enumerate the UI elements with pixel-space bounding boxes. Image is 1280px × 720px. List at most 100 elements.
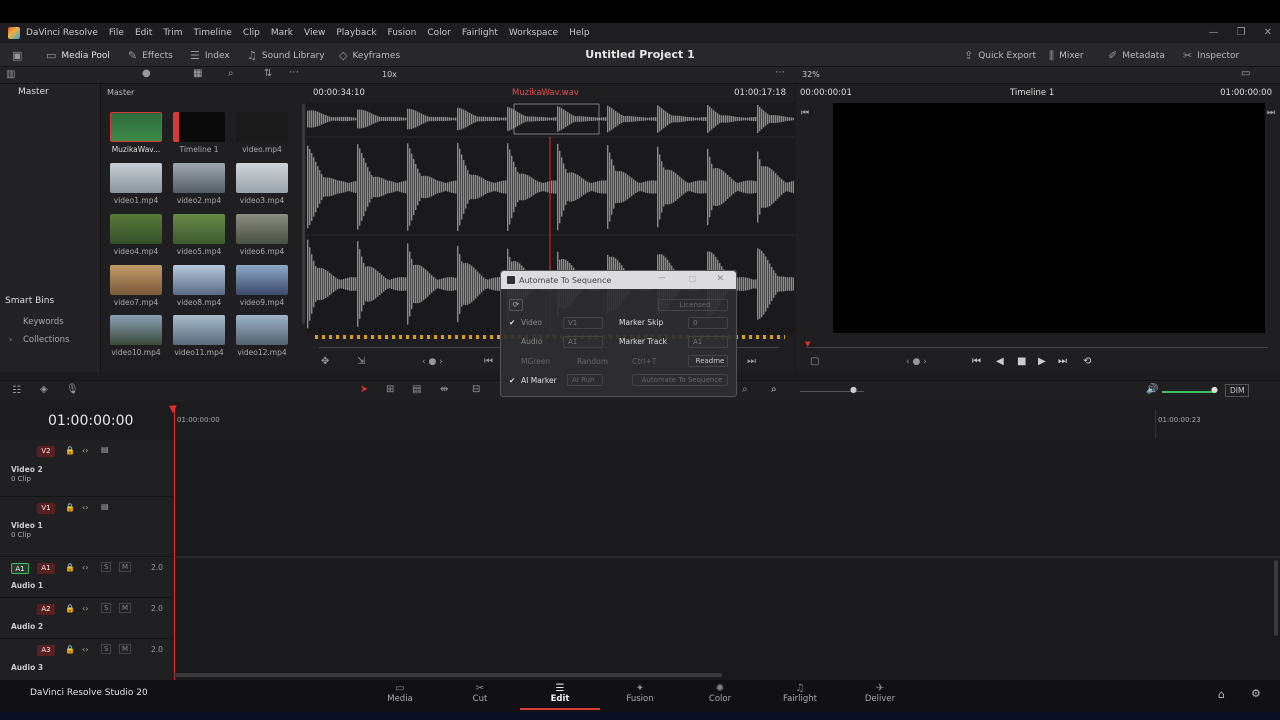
auto-select-icon[interactable]: ‹› xyxy=(82,563,88,572)
grid-view-icon[interactable]: ▦ xyxy=(193,68,202,79)
audio-track-select[interactable]: A1 xyxy=(563,336,603,348)
clip-video1[interactable]: video1.mp4 xyxy=(110,163,162,205)
random-option[interactable]: Random xyxy=(577,357,608,366)
auto-select-icon[interactable]: ‹› xyxy=(82,503,88,512)
prev-edit-icon[interactable]: ⏮ xyxy=(801,108,809,118)
pool-scrollbar[interactable] xyxy=(302,104,305,324)
chevron-right-icon[interactable]: › xyxy=(9,335,12,344)
volume-slider[interactable] xyxy=(1162,391,1214,393)
clip-video8[interactable]: video8.mp4 xyxy=(173,265,225,307)
auto-select-icon[interactable]: ‹› xyxy=(82,446,88,455)
menu-fairlight[interactable]: Fairlight xyxy=(462,28,498,38)
menu-color[interactable]: Color xyxy=(427,28,451,38)
timeline-v-scrollbar[interactable] xyxy=(1274,560,1278,636)
solo-button[interactable]: S xyxy=(101,603,112,613)
volume-knob-icon[interactable]: ● xyxy=(1211,385,1218,394)
lock-icon[interactable]: 🔒 xyxy=(65,604,75,613)
sort-icon[interactable]: ⇅ xyxy=(264,68,272,79)
readme-button[interactable]: Readme xyxy=(688,355,728,367)
menu-fusion[interactable]: Fusion xyxy=(388,28,417,38)
track-badge[interactable]: A3 xyxy=(37,645,55,656)
mgreen-option[interactable]: MGreen xyxy=(521,357,550,366)
skip-end-icon[interactable]: ⏭ xyxy=(747,356,756,367)
video-checkbox[interactable]: ✔ xyxy=(509,318,515,327)
viewer-mode-icon[interactable]: ▭ xyxy=(1241,68,1250,79)
skip-back-icon[interactable]: ⏮ xyxy=(484,356,493,367)
go-end-icon[interactable]: ⏭ xyxy=(1058,356,1067,367)
menu-trim[interactable]: Trim xyxy=(163,28,182,38)
page-media[interactable]: ▭ Media xyxy=(360,680,440,710)
source-clip-name[interactable]: MuzikaWav.wav xyxy=(512,88,579,98)
clip-video12[interactable]: video12.mp4 xyxy=(236,315,288,357)
solo-button[interactable]: S xyxy=(101,562,112,572)
page-cut[interactable]: ✂ Cut xyxy=(440,680,520,710)
next-edit-icon[interactable]: ⏭ xyxy=(1267,108,1275,118)
clip-video10[interactable]: video10.mp4 xyxy=(110,315,162,357)
mute-button[interactable]: M xyxy=(119,562,132,572)
page-edit[interactable]: ☰ Edit xyxy=(520,680,600,710)
menu-clip[interactable]: Clip xyxy=(243,28,260,38)
refresh-icon[interactable]: ⟳ xyxy=(509,299,523,311)
clip-video3[interactable]: video3.mp4 xyxy=(236,163,288,205)
page-fairlight[interactable]: ♫ Fairlight xyxy=(760,680,840,710)
menu-timeline[interactable]: Timeline xyxy=(194,28,232,38)
trim-tool-icon[interactable]: ⊞ xyxy=(386,384,394,395)
track-badge[interactable]: V1 xyxy=(37,503,55,514)
clip-video6[interactable]: video6.mp4 xyxy=(236,214,288,256)
auto-select-icon[interactable]: ‹› xyxy=(82,645,88,654)
solo-button[interactable]: S xyxy=(101,644,112,654)
stop-icon[interactable]: ■ xyxy=(1017,356,1026,367)
clip-video2[interactable]: video2.mp4 xyxy=(173,163,225,205)
timeline-view-icon[interactable]: ☷ xyxy=(12,385,21,396)
settings-gear-icon[interactable]: ⚙ xyxy=(1251,687,1261,700)
go-start-icon[interactable]: ⏮ xyxy=(972,356,981,367)
clip-video11[interactable]: video11.mp4 xyxy=(173,315,225,357)
menu-edit[interactable]: Edit xyxy=(135,28,152,38)
source-patch-badge[interactable]: A1 xyxy=(11,563,29,574)
search-icon[interactable]: ⌕ xyxy=(228,68,234,79)
clip-video9[interactable]: video9.mp4 xyxy=(236,265,288,307)
auto-select-icon[interactable]: ‹› xyxy=(82,604,88,613)
menu-file[interactable]: File xyxy=(109,28,124,38)
clip-video4[interactable]: video4.mp4 xyxy=(110,214,162,256)
ai-run-button[interactable]: AI Run xyxy=(567,374,603,386)
video-track-select[interactable]: V1 xyxy=(563,317,603,329)
lock-icon[interactable]: 🔒 xyxy=(65,563,75,572)
track-output-icon[interactable]: ▤ xyxy=(101,445,109,454)
play-icon[interactable]: ▶ xyxy=(1038,356,1046,367)
selection-tool-icon[interactable]: ➤ xyxy=(360,384,368,395)
master-bin[interactable]: Master xyxy=(18,87,49,97)
menu-mark[interactable]: Mark xyxy=(271,28,293,38)
insert-icon[interactable]: ⇲ xyxy=(357,356,365,367)
dim-button[interactable]: DIM xyxy=(1225,384,1250,397)
track-badge[interactable]: A2 xyxy=(37,604,55,615)
dialog-close-icon[interactable]: ✕ xyxy=(716,274,724,284)
clip-video5[interactable]: video5.mp4 xyxy=(173,214,225,256)
play-reverse-icon[interactable]: ◀ xyxy=(996,356,1004,367)
mute-button[interactable]: M xyxy=(119,644,132,654)
minimize-icon[interactable]: — xyxy=(1209,27,1219,38)
source-zoom[interactable]: 10x xyxy=(382,70,397,79)
smart-bin-keywords[interactable]: Keywords xyxy=(23,317,64,327)
automate-button[interactable]: Automate To Sequence xyxy=(632,374,728,386)
marker-track-select[interactable]: A1 xyxy=(688,336,728,348)
blade-tool-icon[interactable]: ⇹ xyxy=(440,384,448,395)
menu-view[interactable]: View xyxy=(304,28,325,38)
mute-button[interactable]: M xyxy=(119,603,132,613)
maximize-icon[interactable]: ❐ xyxy=(1237,27,1246,38)
close-icon[interactable]: ✕ xyxy=(1264,27,1272,38)
lock-icon[interactable]: 🔒 xyxy=(65,503,75,512)
clip-audio[interactable]: MuzikaWav... xyxy=(110,112,162,154)
zoom-knob-icon[interactable]: ● xyxy=(850,385,857,394)
clip-timeline[interactable]: Timeline 1 xyxy=(173,112,225,154)
microphone-icon[interactable]: 🎙 xyxy=(66,384,79,395)
viewer-zoom[interactable]: 32% xyxy=(802,70,820,79)
zoom-fit-icon[interactable]: ⌕ xyxy=(742,384,748,395)
clip-video[interactable]: video.mp4 xyxy=(236,112,288,154)
dynamic-trim-icon[interactable]: ▤ xyxy=(412,384,421,395)
source-tools-icon[interactable]: ✥ xyxy=(321,356,329,367)
zoom-detail-icon[interactable]: ⌕ xyxy=(771,384,777,395)
lock-icon[interactable]: 🔒 xyxy=(65,645,75,654)
record-jog-icon[interactable]: ‹ ● › xyxy=(906,357,927,367)
home-icon[interactable]: ⌂ xyxy=(1218,688,1225,701)
